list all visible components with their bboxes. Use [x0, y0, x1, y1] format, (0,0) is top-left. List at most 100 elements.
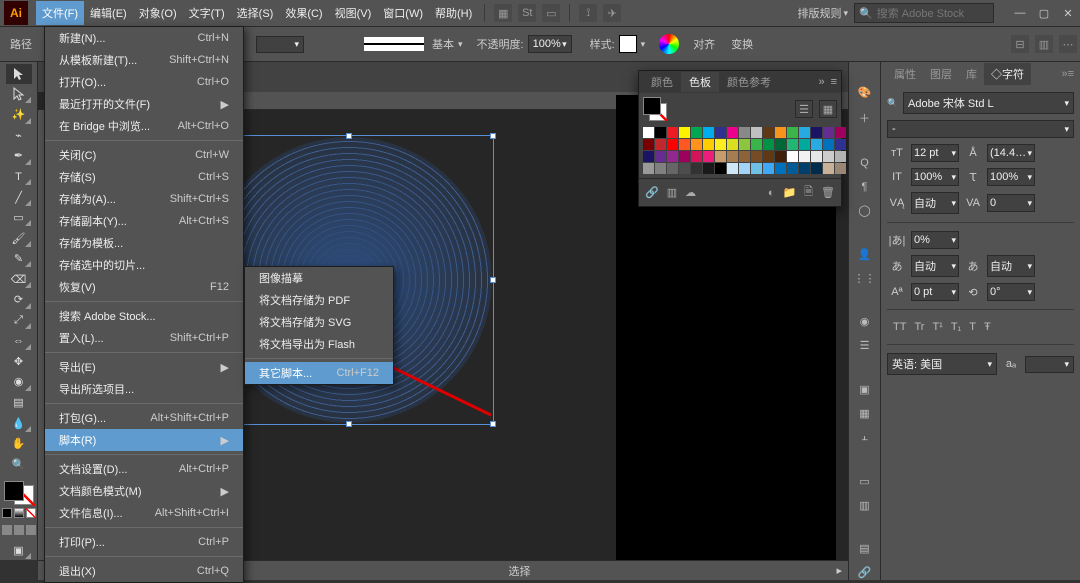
font-size[interactable]: 12 pt▾ [911, 144, 959, 162]
stock-icon[interactable]: St [518, 4, 536, 22]
menu-item[interactable]: 退出(X)Ctrl+Q [45, 560, 243, 582]
fill-stroke-indicator[interactable] [643, 97, 667, 121]
swatch[interactable] [727, 139, 738, 150]
swatch[interactable] [679, 139, 690, 150]
swatch[interactable] [835, 127, 846, 138]
vertical-scale[interactable]: 100%▾ [911, 168, 959, 186]
panel-tab[interactable]: 图层 [923, 63, 959, 85]
swatch[interactable] [799, 163, 810, 174]
menu-对象(O)[interactable]: 对象(O) [133, 1, 183, 25]
swatch[interactable] [727, 127, 738, 138]
stroke-icon[interactable]: ☰ [855, 339, 875, 353]
leading[interactable]: (14.4…▾ [987, 144, 1035, 162]
swatch[interactable] [739, 151, 750, 162]
gradient-tool[interactable]: ▤ [6, 393, 32, 413]
text-case-button[interactable]: T [969, 321, 976, 333]
menu-item[interactable]: 存储为模板... [45, 232, 243, 254]
swatch[interactable] [643, 139, 654, 150]
menu-选择(S)[interactable]: 选择(S) [231, 1, 280, 25]
menu-效果(C)[interactable]: 效果(C) [279, 1, 328, 25]
swatch[interactable] [823, 127, 834, 138]
panel-menu-icon[interactable]: »≡ [1061, 68, 1074, 80]
swatch-group-icon[interactable]: 📁 [782, 186, 796, 199]
swatch[interactable] [715, 151, 726, 162]
zoom-tool[interactable]: 🔍 [6, 454, 32, 474]
shape-builder-tool[interactable]: ◉ [6, 372, 32, 392]
hand-tool[interactable]: ✋ [6, 434, 32, 454]
menu-item[interactable]: 存储(S)Ctrl+S [45, 166, 243, 188]
swatch[interactable] [835, 151, 846, 162]
swatch[interactable] [763, 163, 774, 174]
text-case-button[interactable]: Tr [914, 321, 924, 333]
text-case-button[interactable]: Ŧ [984, 321, 991, 333]
swatch[interactable] [691, 127, 702, 138]
width-tool[interactable]: ⇔ [6, 331, 32, 351]
swatch-grid[interactable] [639, 125, 841, 178]
color-panel-icon[interactable]: 🎨 [855, 86, 875, 100]
swatch[interactable] [751, 127, 762, 138]
menu-编辑(E)[interactable]: 编辑(E) [84, 1, 133, 25]
panel-tab[interactable]: ◇字符 [984, 63, 1031, 85]
text-case-button[interactable]: T₁ [951, 321, 961, 333]
swatch-libraries-icon[interactable]: ▥ [667, 186, 677, 199]
opacity-value[interactable]: 100%▾ [528, 35, 572, 53]
rocket-icon[interactable]: ✈ [603, 4, 621, 22]
swatch[interactable] [679, 127, 690, 138]
swatch[interactable] [775, 151, 786, 162]
transform-icon[interactable]: ▦ [855, 407, 875, 421]
links-icon[interactable]: 🔗 [855, 566, 875, 580]
aki-right[interactable]: 自动▾ [987, 255, 1035, 277]
swatch[interactable] [691, 163, 702, 174]
swatch[interactable] [787, 139, 798, 150]
swatch[interactable] [763, 139, 774, 150]
menu-item[interactable]: 恢复(V)F12 [45, 276, 243, 298]
gradient-mode[interactable] [14, 508, 24, 518]
menu-item[interactable]: 新建(N)...Ctrl+N [45, 27, 243, 49]
char-rotation[interactable]: 0°▾ [987, 283, 1035, 301]
thumb-view-icon[interactable]: ▦ [819, 100, 837, 118]
swatch[interactable] [667, 163, 678, 174]
swatch-tab[interactable]: 颜色参考 [719, 72, 779, 92]
swatch[interactable] [667, 127, 678, 138]
panel-menu-icon[interactable]: ≡ [831, 76, 837, 88]
swatch[interactable] [667, 139, 678, 150]
swatch[interactable] [703, 139, 714, 150]
panel-tab[interactable]: 库 [959, 63, 984, 85]
maximize-button[interactable]: ▢ [1032, 7, 1056, 20]
swatch[interactable] [643, 127, 654, 138]
menu-item[interactable]: 其它脚本...Ctrl+F12 [245, 362, 393, 384]
swatch[interactable] [703, 163, 714, 174]
swatch[interactable] [811, 163, 822, 174]
workspace-label[interactable]: 排版规则 [797, 5, 841, 21]
swatch[interactable] [775, 139, 786, 150]
artboards-icon[interactable]: ▭ [855, 474, 875, 488]
bullets-icon[interactable]: ⋮⋮ [855, 271, 875, 285]
swatch[interactable] [739, 127, 750, 138]
swatch-trash-icon[interactable]: 🗑 [821, 186, 835, 199]
swatch[interactable] [799, 127, 810, 138]
menu-item[interactable]: 关闭(C)Ctrl+W [45, 144, 243, 166]
eraser-tool[interactable]: ⌫ [6, 269, 32, 289]
swatch[interactable] [643, 151, 654, 162]
draw-normal[interactable] [2, 525, 12, 535]
stroke-weight[interactable]: ▾ [256, 36, 304, 53]
color-mode[interactable] [2, 508, 12, 518]
line-tool[interactable]: ╱ [6, 187, 32, 207]
swatch[interactable] [787, 151, 798, 162]
menu-文件(F)[interactable]: 文件(F) [36, 1, 84, 25]
swatch[interactable] [763, 151, 774, 162]
type-tool[interactable]: T [6, 167, 32, 187]
swatch[interactable] [655, 127, 666, 138]
align-link[interactable]: 对齐 [693, 36, 715, 52]
pen-tool[interactable]: ✒ [6, 146, 32, 166]
menu-item[interactable]: 存储选中的切片... [45, 254, 243, 276]
add-panel-icon[interactable]: ＋ [855, 110, 875, 126]
glyph-o-icon[interactable]: ◯ [855, 204, 875, 218]
menu-item[interactable]: 文档设置(D)...Alt+Ctrl+P [45, 458, 243, 480]
magic-wand-tool[interactable]: ✨ [6, 105, 32, 125]
horizontal-scale[interactable]: 100%▾ [987, 168, 1035, 186]
swatch[interactable] [811, 127, 822, 138]
menu-item[interactable]: 存储为(A)...Shift+Ctrl+S [45, 188, 243, 210]
menu-item[interactable]: 脚本(R)▶ [45, 429, 243, 451]
lasso-tool[interactable]: ⌁ [6, 126, 32, 146]
